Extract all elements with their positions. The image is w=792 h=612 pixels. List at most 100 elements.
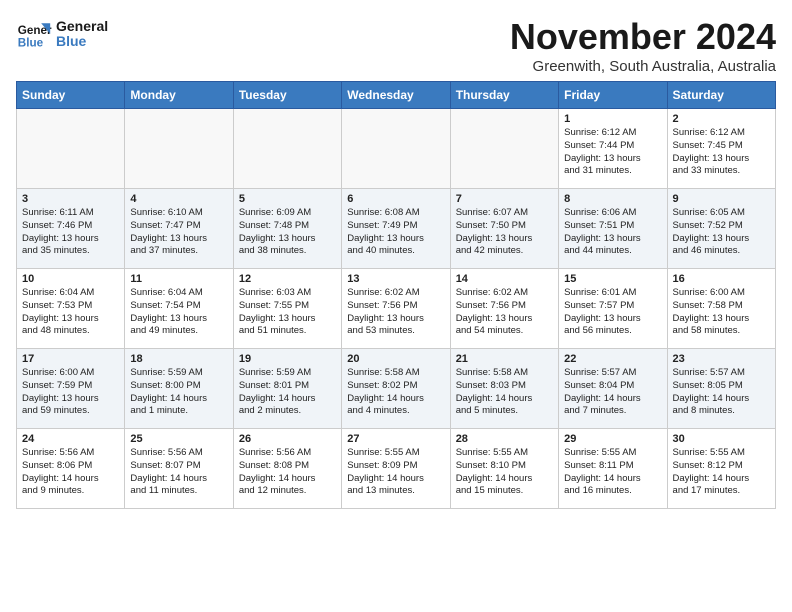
week-row-3: 10 Sunrise: 6:04 AM Sunset: 7:53 PM Dayli… [17,269,776,349]
calendar-cell: 25Sunrise: 5:56 AM Sunset: 8:07 PM Dayli… [125,429,233,509]
day-info: Sunrise: 5:57 AM Sunset: 8:05 PM Dayligh… [673,367,770,418]
day-number: 9 [673,193,770,205]
day-number: 28 [456,433,553,445]
day-info: Sunrise: 6:04 AM Sunset: 7:54 PM Dayligh… [130,287,227,338]
day-info: Sunrise: 5:56 AM Sunset: 8:07 PM Dayligh… [130,447,227,498]
calendar-cell: 3Sunrise: 6:11 AM Sunset: 7:46 PM Daylig… [17,189,125,269]
day-info: Sunrise: 5:56 AM Sunset: 8:08 PM Dayligh… [239,447,336,498]
day-info: Sunrise: 6:05 AM Sunset: 7:52 PM Dayligh… [673,207,770,258]
calendar-cell [17,109,125,189]
day-number: 26 [239,433,336,445]
day-info: Sunrise: 6:00 AM Sunset: 7:59 PM Dayligh… [22,367,119,418]
day-number: 5 [239,193,336,205]
calendar-cell: 12 Sunrise: 6:03 AM Sunset: 7:55 PM Dayli… [233,269,341,349]
calendar-cell: 8 Sunrise: 6:06 AM Sunset: 7:51 PM Daylig… [559,189,667,269]
day-info: Sunrise: 5:58 AM Sunset: 8:02 PM Dayligh… [347,367,444,418]
day-info: Sunrise: 5:59 AM Sunset: 8:00 PM Dayligh… [130,367,227,418]
location-subtitle: Greenwith, South Australia, Australia [510,58,776,75]
weekday-header-wednesday: Wednesday [342,82,450,109]
day-number: 10 [22,273,119,285]
calendar-cell [233,109,341,189]
day-info: Sunrise: 6:07 AM Sunset: 7:50 PM Dayligh… [456,207,553,258]
day-number: 6 [347,193,444,205]
svg-text:Blue: Blue [18,37,44,50]
day-info: Sunrise: 5:56 AM Sunset: 8:06 PM Dayligh… [22,447,119,498]
calendar-cell: 1Sunrise: 6:12 AM Sunset: 7:44 PM Daylig… [559,109,667,189]
calendar-cell: 6 Sunrise: 6:08 AM Sunset: 7:49 PM Daylig… [342,189,450,269]
calendar-cell: 23 Sunrise: 5:57 AM Sunset: 8:05 PM Dayli… [667,349,775,429]
logo-icon: General Blue [16,16,52,52]
day-info: Sunrise: 5:55 AM Sunset: 8:10 PM Dayligh… [456,447,553,498]
calendar-cell: 5 Sunrise: 6:09 AM Sunset: 7:48 PM Daylig… [233,189,341,269]
calendar-cell: 14Sunrise: 6:02 AM Sunset: 7:56 PM Dayli… [450,269,558,349]
day-info: Sunrise: 6:00 AM Sunset: 7:58 PM Dayligh… [673,287,770,338]
day-number: 19 [239,353,336,365]
calendar-cell: 19Sunrise: 5:59 AM Sunset: 8:01 PM Dayli… [233,349,341,429]
day-number: 2 [673,113,770,125]
weekday-header-tuesday: Tuesday [233,82,341,109]
calendar-cell: 20 Sunrise: 5:58 AM Sunset: 8:02 PM Dayli… [342,349,450,429]
weekday-header-row: SundayMondayTuesdayWednesdayThursdayFrid… [17,82,776,109]
day-info: Sunrise: 6:08 AM Sunset: 7:49 PM Dayligh… [347,207,444,258]
day-number: 12 [239,273,336,285]
day-number: 30 [673,433,770,445]
day-info: Sunrise: 6:09 AM Sunset: 7:48 PM Dayligh… [239,207,336,258]
day-info: Sunrise: 6:02 AM Sunset: 7:56 PM Dayligh… [347,287,444,338]
week-row-1: 1Sunrise: 6:12 AM Sunset: 7:44 PM Daylig… [17,109,776,189]
calendar-cell: 28 Sunrise: 5:55 AM Sunset: 8:10 PM Dayli… [450,429,558,509]
calendar-cell: 26 Sunrise: 5:56 AM Sunset: 8:08 PM Dayli… [233,429,341,509]
calendar-table: SundayMondayTuesdayWednesdayThursdayFrid… [16,81,776,509]
day-number: 23 [673,353,770,365]
calendar-cell: 9 Sunrise: 6:05 AM Sunset: 7:52 PM Daylig… [667,189,775,269]
month-title: November 2024 [510,16,776,58]
calendar-cell: 10 Sunrise: 6:04 AM Sunset: 7:53 PM Dayli… [17,269,125,349]
calendar-cell: 13 Sunrise: 6:02 AM Sunset: 7:56 PM Dayli… [342,269,450,349]
day-number: 13 [347,273,444,285]
day-number: 7 [456,193,553,205]
day-number: 29 [564,433,661,445]
day-info: Sunrise: 6:04 AM Sunset: 7:53 PM Dayligh… [22,287,119,338]
day-number: 4 [130,193,227,205]
weekday-header-saturday: Saturday [667,82,775,109]
calendar-cell: 21Sunrise: 5:58 AM Sunset: 8:03 PM Dayli… [450,349,558,429]
day-number: 21 [456,353,553,365]
calendar-cell [342,109,450,189]
calendar-cell: 7 Sunrise: 6:07 AM Sunset: 7:50 PM Daylig… [450,189,558,269]
day-number: 22 [564,353,661,365]
calendar-cell: 22 Sunrise: 5:57 AM Sunset: 8:04 PM Dayli… [559,349,667,429]
calendar-cell: 27 Sunrise: 5:55 AM Sunset: 8:09 PM Dayli… [342,429,450,509]
calendar-cell: 24Sunrise: 5:56 AM Sunset: 8:06 PM Dayli… [17,429,125,509]
weekday-header-sunday: Sunday [17,82,125,109]
calendar-cell: 4Sunrise: 6:10 AM Sunset: 7:47 PM Daylig… [125,189,233,269]
day-number: 3 [22,193,119,205]
day-number: 16 [673,273,770,285]
day-number: 18 [130,353,227,365]
week-row-4: 17Sunrise: 6:00 AM Sunset: 7:59 PM Dayli… [17,349,776,429]
calendar-cell: 17Sunrise: 6:00 AM Sunset: 7:59 PM Dayli… [17,349,125,429]
week-row-2: 3Sunrise: 6:11 AM Sunset: 7:46 PM Daylig… [17,189,776,269]
day-info: Sunrise: 6:02 AM Sunset: 7:56 PM Dayligh… [456,287,553,338]
day-info: Sunrise: 6:06 AM Sunset: 7:51 PM Dayligh… [564,207,661,258]
day-number: 8 [564,193,661,205]
header: General Blue General Blue November 2024 … [16,16,776,75]
calendar-cell: 15 Sunrise: 6:01 AM Sunset: 7:57 PM Dayli… [559,269,667,349]
day-info: Sunrise: 5:55 AM Sunset: 8:09 PM Dayligh… [347,447,444,498]
calendar-cell: 18 Sunrise: 5:59 AM Sunset: 8:00 PM Dayli… [125,349,233,429]
day-info: Sunrise: 6:03 AM Sunset: 7:55 PM Dayligh… [239,287,336,338]
weekday-header-thursday: Thursday [450,82,558,109]
day-info: Sunrise: 6:12 AM Sunset: 7:45 PM Dayligh… [673,127,770,178]
weekday-header-friday: Friday [559,82,667,109]
day-info: Sunrise: 6:01 AM Sunset: 7:57 PM Dayligh… [564,287,661,338]
logo: General Blue General Blue [16,16,108,52]
calendar-cell [125,109,233,189]
day-number: 27 [347,433,444,445]
calendar-cell: 11 Sunrise: 6:04 AM Sunset: 7:54 PM Dayli… [125,269,233,349]
day-info: Sunrise: 5:57 AM Sunset: 8:04 PM Dayligh… [564,367,661,418]
week-row-5: 24Sunrise: 5:56 AM Sunset: 8:06 PM Dayli… [17,429,776,509]
day-info: Sunrise: 6:12 AM Sunset: 7:44 PM Dayligh… [564,127,661,178]
day-number: 15 [564,273,661,285]
weekday-header-monday: Monday [125,82,233,109]
day-number: 11 [130,273,227,285]
day-info: Sunrise: 5:55 AM Sunset: 8:11 PM Dayligh… [564,447,661,498]
day-number: 20 [347,353,444,365]
